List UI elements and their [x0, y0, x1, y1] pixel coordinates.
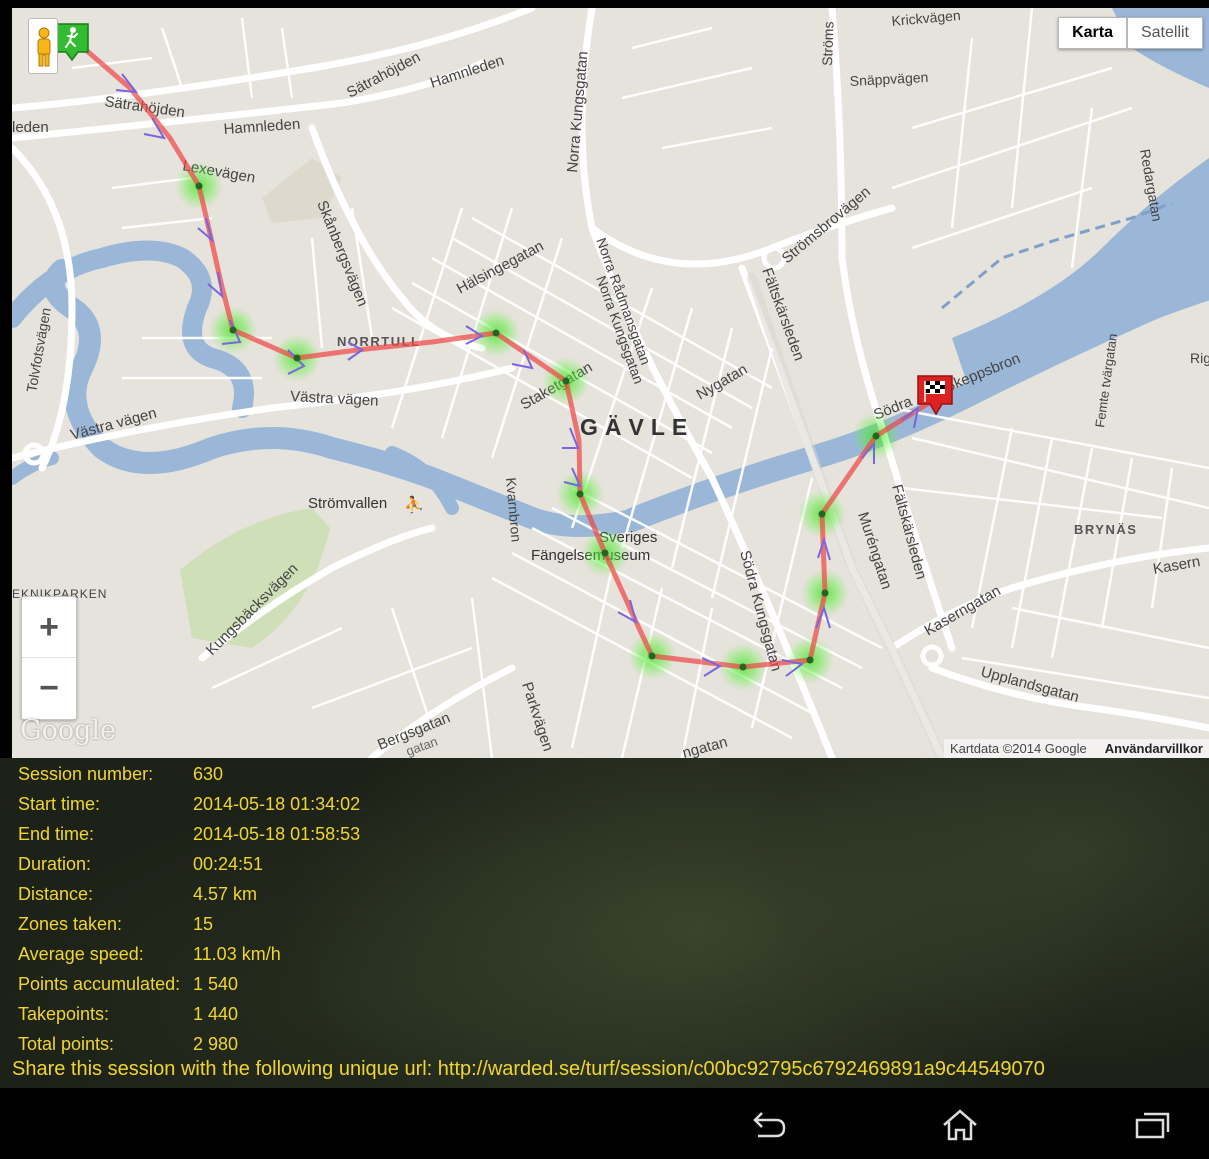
- takepoints-row: Takepoints: 1 440: [18, 1004, 238, 1025]
- label-leden: leden: [12, 119, 49, 136]
- session-number-row: Session number: 630: [18, 764, 223, 785]
- average-speed-row: Average speed: 11.03 km/h: [18, 944, 281, 965]
- label-krickvagen: Krickvägen: [891, 8, 961, 29]
- street-view-pegman-icon: [37, 27, 51, 67]
- system-navigation-bar: [0, 1088, 1209, 1159]
- start-time-label: Start time:: [18, 794, 101, 814]
- terms-of-use-link[interactable]: Användarvillkor: [1105, 741, 1203, 756]
- street-view-pegman[interactable]: [28, 18, 58, 74]
- map-type-control: Karta Satellit: [1058, 17, 1203, 49]
- zoom-in-button[interactable]: +: [22, 597, 76, 658]
- map-canvas[interactable]: Krickvägen Snäppvägen Ströms Sätrahöjden…: [12, 8, 1209, 758]
- share-session-url[interactable]: Share this session with the following un…: [12, 1058, 1045, 1081]
- duration-label: Duration:: [18, 854, 92, 874]
- home-icon: [943, 1109, 977, 1141]
- back-icon: [753, 1112, 786, 1138]
- label-kvarnbron: Kvarnbron: [503, 477, 525, 543]
- points-accumulated-label: Points accumulated:: [18, 974, 181, 994]
- average-speed-label: Average speed:: [18, 944, 144, 964]
- label-skanbergsvagen: Skånbergsvägen: [313, 198, 371, 309]
- label-femte-tvargatan: Femte tvärgatan: [1092, 333, 1120, 429]
- duration-row: Duration: 00:24:51: [18, 854, 263, 875]
- label-stromvallen: Strömvallen: [308, 495, 387, 512]
- back-button[interactable]: [748, 1108, 788, 1142]
- label-faltskarsleden2: Fältskärsleden: [888, 483, 930, 582]
- end-time-row: End time: 2014-05-18 01:58:53: [18, 824, 360, 845]
- recent-apps-button[interactable]: [1132, 1108, 1172, 1142]
- start-time-row: Start time: 2014-05-18 01:34:02: [18, 794, 360, 815]
- duration-value: 00:24:51: [193, 854, 264, 874]
- start-marker[interactable]: [55, 23, 89, 62]
- park-area: [180, 508, 330, 648]
- map-type-satellit-button[interactable]: Satellit: [1126, 17, 1203, 49]
- map-data-credit: Kartdata ©2014 Google: [949, 741, 1087, 756]
- label-brynas: BRYNÄS: [1074, 522, 1137, 537]
- map-view[interactable]: Krickvägen Snäppvägen Ströms Sätrahöjden…: [12, 8, 1209, 758]
- major-roads: [12, 8, 1209, 758]
- recent-apps-icon: [1135, 1112, 1170, 1139]
- total-points-row: Total points: 2 980: [18, 1034, 238, 1055]
- total-points-label: Total points:: [18, 1034, 115, 1054]
- distance-value: 4.57 km: [193, 884, 258, 904]
- google-logo: Google: [20, 715, 116, 746]
- points-accumulated-row: Points accumulated: 1 540: [18, 974, 238, 995]
- zones-taken-label: Zones taken:: [18, 914, 123, 934]
- takepoints-value: 1 440: [193, 1004, 239, 1024]
- zoom-out-button[interactable]: −: [22, 658, 76, 719]
- zones-taken-row: Zones taken: 15: [18, 914, 213, 935]
- average-speed-value: 11.03 km/h: [193, 944, 281, 964]
- label-hamnleden: Hamnleden: [223, 116, 301, 138]
- start-time-value: 2014-05-18 01:34:02: [193, 794, 361, 814]
- total-points-value: 2 980: [193, 1034, 239, 1054]
- label-parkvagen: Parkvägen: [518, 680, 556, 753]
- roundabout: [920, 644, 944, 668]
- session-number-label: Session number:: [18, 764, 154, 784]
- session-info-panel: Session number: 630 Start time: 2014-05-18…: [0, 758, 1209, 1088]
- end-time-value: 2014-05-18 01:58:53: [193, 824, 361, 844]
- label-stroms: Ströms: [819, 21, 837, 66]
- session-number-value: 630: [193, 764, 224, 784]
- label-snappvagen: Snäppvägen: [849, 69, 928, 89]
- label-norra-kungsgatan: Norra Kungsgatan: [564, 51, 592, 174]
- distance-label: Distance:: [18, 884, 94, 904]
- label-stromsbrovagen: Strömsbrovägen: [779, 183, 874, 267]
- zones-taken-value: 15: [193, 914, 214, 934]
- label-city: GÄVLE: [580, 414, 694, 440]
- label-hamnleden-top: Hamnleden: [428, 52, 506, 92]
- label-rig: Rig: [1190, 350, 1209, 366]
- label-tolvfotsvagen: Tolvfotsvägen: [23, 306, 54, 393]
- sports-venue-icon: ⛹: [404, 495, 424, 514]
- points-accumulated-value: 1 540: [193, 974, 239, 994]
- home-button[interactable]: [940, 1108, 980, 1142]
- map-type-karta-button[interactable]: Karta: [1058, 17, 1127, 49]
- distance-row: Distance: 4.57 km: [18, 884, 257, 905]
- map-attribution: Kartdata ©2014 Google Användarvillkor: [943, 739, 1209, 758]
- zoom-control: + −: [21, 596, 77, 720]
- end-time-label: End time:: [18, 824, 95, 844]
- takepoints-label: Takepoints:: [18, 1004, 110, 1024]
- label-ngatan: ngatan: [681, 734, 730, 758]
